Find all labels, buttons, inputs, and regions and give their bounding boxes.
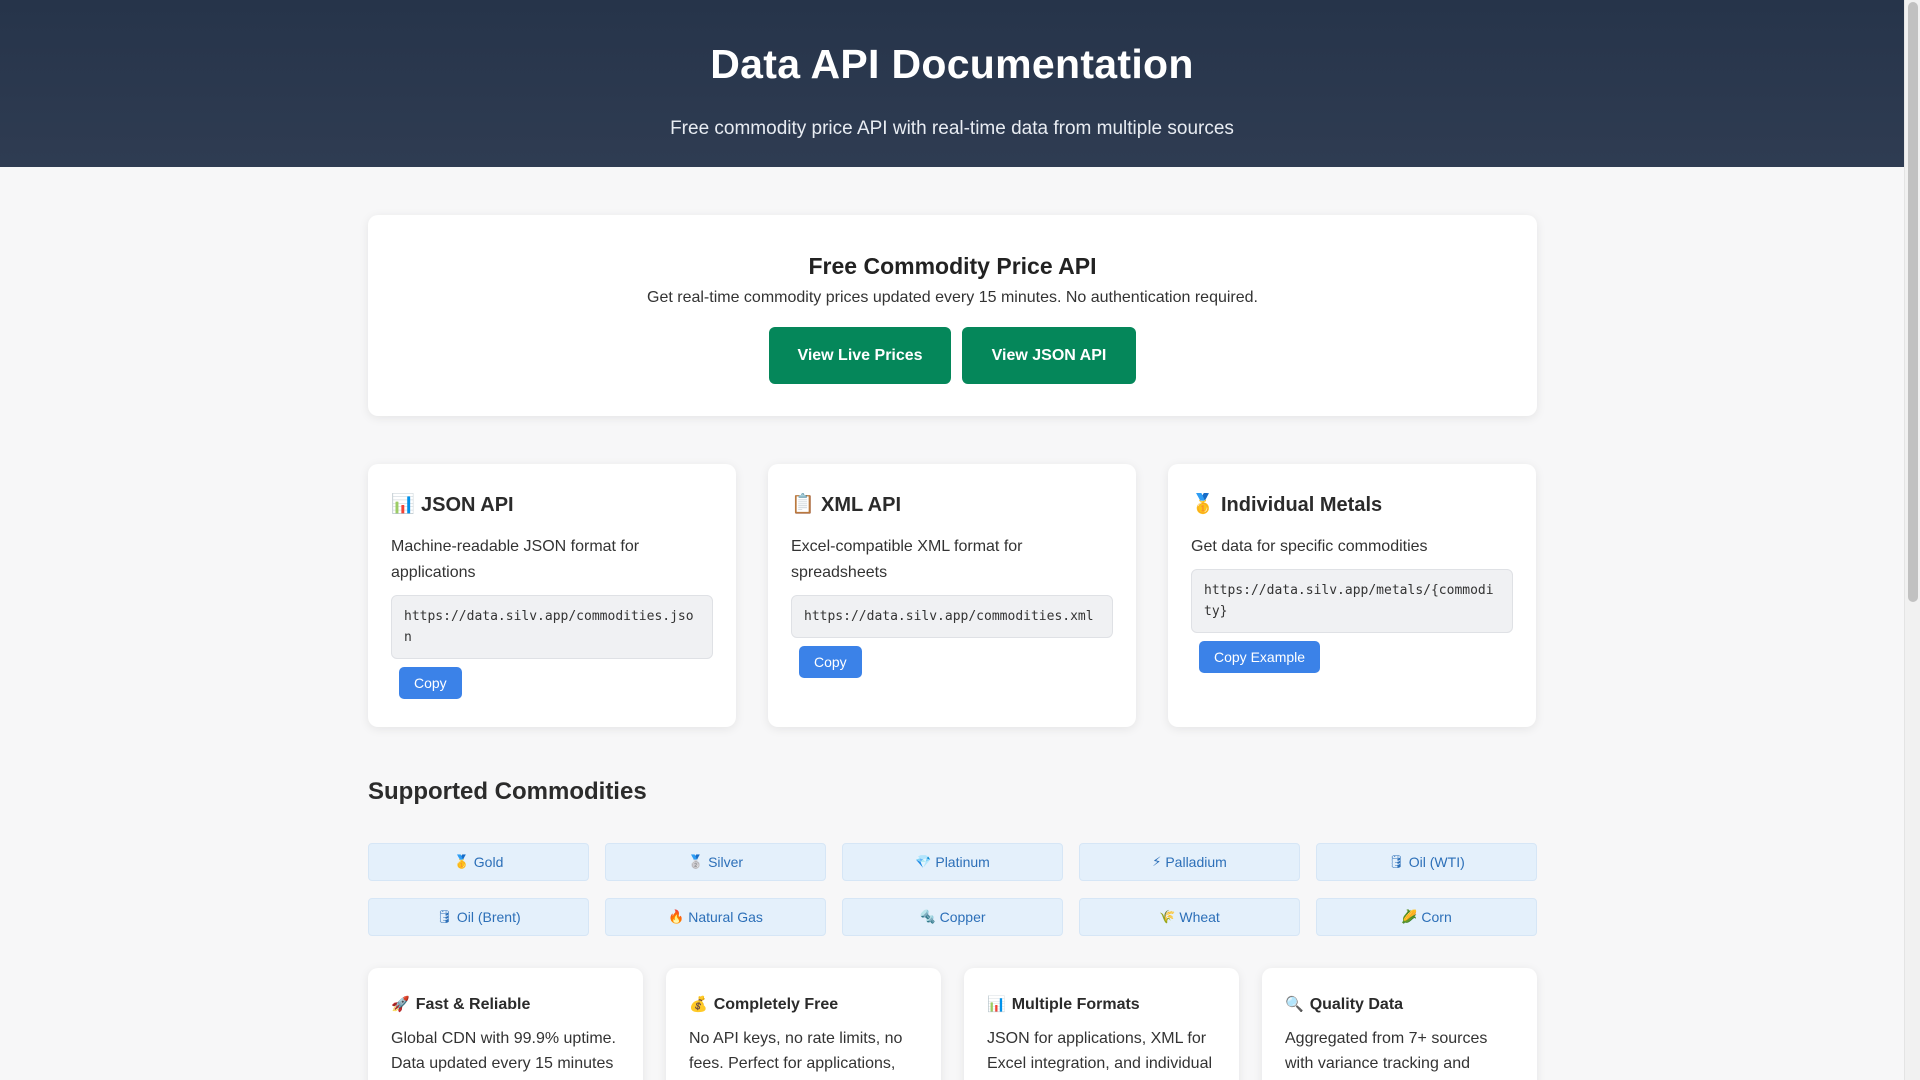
card-title: XML API (821, 494, 902, 516)
copy-example-button[interactable]: Copy Example (1199, 641, 1321, 673)
gold-medal-icon: 🥇 (453, 854, 470, 869)
feature-card: 🔍 Quality Data Aggregated from 7+ source… (1262, 968, 1537, 1080)
hero-card: Free Commodity Price API Get real-time c… (368, 215, 1537, 416)
feature-card: 💰 Completely Free No API keys, no rate l… (666, 968, 941, 1080)
json-api-card: 📊 JSON API Machine-readable JSON format … (368, 464, 736, 727)
wheat-icon: 🌾 (1159, 909, 1176, 924)
money-bag-icon: 💰 (689, 996, 708, 1013)
hero-buttons: View Live Prices View JSON API (368, 327, 1537, 384)
card-heading: 📋 XML API (791, 490, 1113, 520)
commodity-label: Natural Gas (688, 909, 763, 925)
bar-chart-icon: 📊 (391, 494, 415, 515)
corn-icon: 🌽 (1401, 909, 1418, 924)
card-title: JSON API (421, 494, 514, 516)
lightning-icon: ⚡ (1152, 854, 1162, 869)
hero-description: Get real-time commodity prices updated e… (647, 289, 1258, 306)
rocket-icon: 🚀 (391, 996, 410, 1013)
endpoint-url[interactable]: https://data.silv.app/commodities.json (391, 595, 713, 659)
card-heading: 🥇 Individual Metals (1191, 490, 1513, 520)
card-description: Excel-compatible XML format for spreadsh… (791, 538, 1023, 581)
view-json-api-button[interactable]: View JSON API (962, 327, 1136, 384)
clipboard-icon: 📋 (791, 494, 815, 515)
commodity-silver[interactable]: 🥈 Silver (605, 843, 826, 881)
feature-text: JSON for applications, XML for Excel int… (987, 1030, 1213, 1072)
main-content: Free Commodity Price API Get real-time c… (368, 215, 1537, 1080)
commodity-wheat[interactable]: 🌾 Wheat (1079, 898, 1300, 936)
feature-card: 📊 Multiple Formats JSON for applications… (964, 968, 1239, 1080)
copy-json-url-button[interactable]: Copy (399, 667, 462, 699)
view-live-prices-button[interactable]: View Live Prices (769, 327, 951, 384)
page: Data API Documentation Free commodity pr… (0, 0, 1904, 1080)
endpoint-url[interactable]: https://data.silv.app/commodities.xml (791, 595, 1113, 638)
commodity-copper[interactable]: 🔩 Copper (842, 898, 1063, 936)
silver-medal-icon: 🥈 (687, 854, 705, 869)
feature-text: No API keys, no rate limits, no fees. Pe… (689, 1030, 903, 1072)
feature-text: Aggregated from 7+ sources with variance… (1285, 1030, 1488, 1072)
commodities-grid: 🥇 Gold 🥈 Silver 💎 Platinum ⚡ Palladium 🛢… (368, 843, 1537, 936)
copy-xml-url-button[interactable]: Copy (799, 646, 862, 678)
features-row: 🚀 Fast & Reliable Global CDN with 99.9% … (368, 968, 1537, 1080)
feature-title: Fast & Reliable (415, 996, 531, 1013)
feature-heading: 🚀 Fast & Reliable (391, 994, 620, 1016)
commodity-gold[interactable]: 🥇 Gold (368, 843, 589, 881)
commodity-label: Oil (Brent) (456, 909, 521, 925)
card-description: Get data for specific commodities (1191, 538, 1428, 555)
feature-title: Multiple Formats (1011, 996, 1140, 1013)
commodity-palladium[interactable]: ⚡ Palladium (1079, 843, 1300, 881)
gold-medal-icon: 🥇 (1191, 494, 1215, 515)
commodity-label: Copper (939, 909, 986, 925)
page-header: Data API Documentation Free commodity pr… (0, 0, 1904, 167)
page-title: Data API Documentation (710, 41, 1194, 87)
feature-text: Global CDN with 99.9% uptime. Data updat… (391, 1030, 616, 1072)
card-title: Individual Metals (1221, 494, 1383, 516)
commodity-platinum[interactable]: 💎 Platinum (842, 843, 1063, 881)
individual-metals-card: 🥇 Individual Metals Get data for specifi… (1168, 464, 1536, 727)
magnifier-icon: 🔍 (1285, 996, 1304, 1013)
commodity-corn[interactable]: 🌽 Corn (1316, 898, 1537, 936)
feature-title: Quality Data (1309, 996, 1404, 1013)
feature-card: 🚀 Fast & Reliable Global CDN with 99.9% … (368, 968, 643, 1080)
commodity-label: Wheat (1179, 909, 1220, 925)
card-heading: 📊 JSON API (391, 490, 713, 520)
api-endpoints: 📊 JSON API Machine-readable JSON format … (368, 464, 1537, 727)
hero-title: Free Commodity Price API (808, 253, 1097, 279)
commodity-label: Silver (708, 854, 744, 870)
commodity-natural-gas[interactable]: 🔥 Natural Gas (605, 898, 826, 936)
commodity-label: Gold (473, 854, 504, 870)
feature-heading: 💰 Completely Free (689, 994, 918, 1016)
commodities-section-title: Supported Commodities (368, 778, 647, 805)
feature-title: Completely Free (713, 996, 839, 1013)
commodity-oil-wti[interactable]: 🛢 Oil (WTI) (1316, 843, 1537, 881)
page-subtitle: Free commodity price API with real-time … (670, 118, 1234, 139)
vertical-scrollbar[interactable] (1904, 0, 1920, 1080)
bar-chart-icon: 📊 (987, 996, 1006, 1013)
fire-icon: 🔥 (668, 909, 685, 924)
feature-heading: 🔍 Quality Data (1285, 994, 1514, 1016)
feature-heading: 📊 Multiple Formats (987, 994, 1216, 1016)
commodity-label: Platinum (935, 854, 990, 870)
nut-bolt-icon: 🔩 (919, 909, 936, 924)
commodity-label: Corn (1421, 909, 1452, 925)
scrollbar-thumb[interactable] (1908, 2, 1918, 602)
endpoint-url[interactable]: https://data.silv.app/metals/{commodity} (1191, 569, 1513, 633)
xml-api-card: 📋 XML API Excel-compatible XML format fo… (768, 464, 1136, 727)
commodity-label: Oil (WTI) (1408, 854, 1465, 870)
oil-barrel-icon: 🛢 (1388, 854, 1405, 869)
gem-icon: 💎 (915, 854, 932, 869)
card-description: Machine-readable JSON format for applica… (391, 538, 640, 581)
commodity-label: Palladium (1165, 854, 1227, 870)
commodity-oil-brent[interactable]: 🛢 Oil (Brent) (368, 898, 589, 936)
oil-barrel-icon: 🛢 (436, 909, 453, 924)
